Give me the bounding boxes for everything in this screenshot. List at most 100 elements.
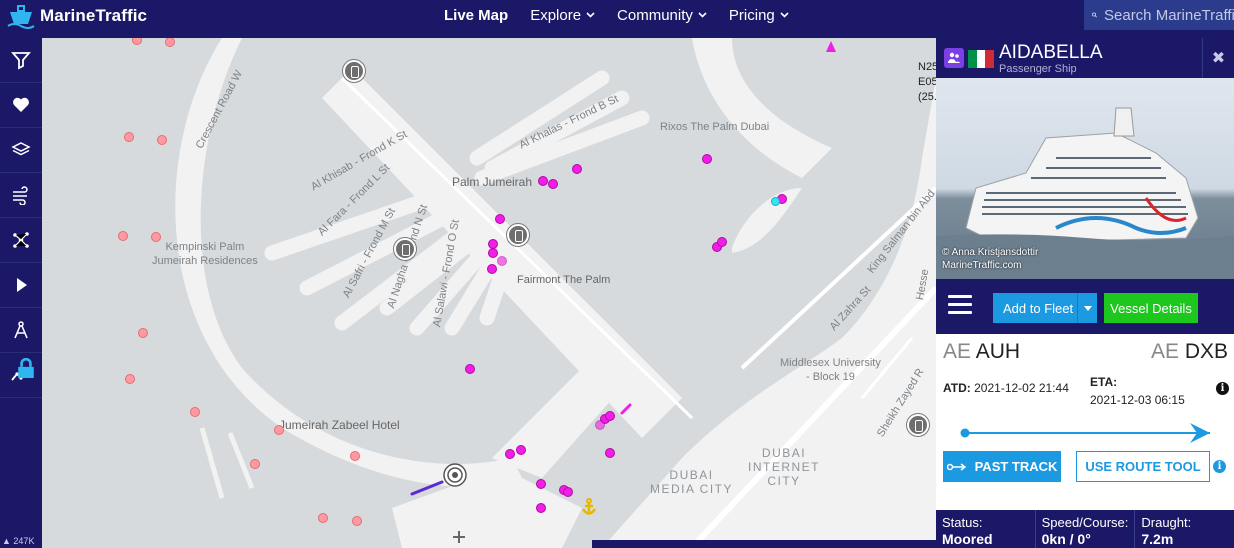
place-label: Fairmont The Palm: [517, 274, 611, 286]
building-poi-icon[interactable]: [507, 224, 529, 246]
vessel-marker[interactable]: [151, 232, 161, 242]
vessel-marker[interactable]: [497, 256, 507, 266]
measure-distance-button[interactable]: [0, 308, 42, 353]
building-poi-icon[interactable]: [394, 238, 416, 260]
vessel-details-button[interactable]: Vessel Details: [1104, 293, 1198, 323]
coordinates-readout: N25 E05 (25.: [918, 60, 936, 105]
ship-logo-icon: [7, 5, 35, 29]
destination-port[interactable]: AE DXB: [1151, 340, 1228, 364]
nav-community-label: Community: [617, 6, 693, 24]
search-input[interactable]: [1104, 6, 1234, 24]
departure-port[interactable]: AE AUH: [943, 340, 1020, 364]
anchor-icon[interactable]: [580, 498, 598, 516]
lighthouse-icon[interactable]: [442, 462, 468, 488]
place-label: Jumeirah Zabeel Hotel: [279, 418, 400, 432]
vessel-marker[interactable]: [138, 328, 148, 338]
vessel-marker[interactable]: [352, 516, 362, 526]
vessel-marker[interactable]: [605, 448, 615, 458]
vessel-marker[interactable]: [118, 231, 128, 241]
vessel-marker[interactable]: [125, 374, 135, 384]
nav-community[interactable]: Community: [617, 7, 707, 24]
main-nav: Live Map Explore Community Pricing: [444, 0, 789, 30]
analytics-button[interactable]: [0, 353, 42, 398]
close-icon: ✖: [1211, 50, 1226, 67]
place-label: Rixos The Palm Dubai: [660, 121, 770, 133]
atd-label: ATD:: [943, 381, 971, 395]
vessel-info-panel: AIDABELLA Passenger Ship ✖ © Anna Kristj…: [936, 38, 1234, 548]
vessel-marker[interactable]: [250, 459, 260, 469]
building-poi-icon[interactable]: [907, 414, 929, 436]
district-label: DUBAI INTERNET CITY: [748, 446, 820, 488]
menu-icon[interactable]: [948, 295, 972, 315]
place-label: Kempinski Palm Jumeirah Residences: [152, 241, 258, 267]
vessel-type: Passenger Ship: [999, 63, 1077, 75]
nav-explore-label: Explore: [530, 6, 582, 24]
vessel-marker[interactable]: [702, 154, 712, 164]
layers-button[interactable]: [0, 128, 42, 173]
chevron-down-icon: [698, 12, 707, 18]
live-map[interactable]: Crescent Road W Al Khalas - Frond B St A…: [42, 38, 936, 548]
add-to-fleet-button[interactable]: Add to Fleet: [993, 293, 1097, 323]
vessel-marker[interactable]: [495, 214, 505, 224]
coordinate-longitude: E05: [918, 76, 936, 88]
logo[interactable]: MarineTraffic: [6, 2, 147, 30]
track-buttons-row: PAST TRACK USE ROUTE TOOL i: [936, 448, 1234, 488]
vessel-marker[interactable]: [536, 479, 546, 489]
vessel-marker[interactable]: [717, 237, 727, 247]
density-maps-button[interactable]: [0, 218, 42, 263]
vessel-marker[interactable]: [124, 132, 134, 142]
building-poi-icon[interactable]: [343, 60, 365, 82]
vessel-marker[interactable]: [465, 364, 475, 374]
filter-icon: [11, 52, 31, 70]
vessel-marker[interactable]: [488, 248, 498, 258]
vessel-marker[interactable]: [190, 407, 200, 417]
eta-value: 2021-12-03 06:15: [1090, 393, 1185, 407]
departure-country-code: AE: [943, 340, 972, 363]
network-icon: [13, 232, 29, 248]
vessel-marker[interactable]: [536, 503, 546, 513]
vessel-marker[interactable]: [771, 197, 780, 206]
coordinate-latitude: N25: [918, 61, 936, 73]
vessel-marker[interactable]: [274, 425, 284, 435]
vessel-marker[interactable]: [548, 179, 558, 189]
vessel-marker[interactable]: [487, 264, 497, 274]
filter-button[interactable]: [0, 38, 42, 83]
vessel-marker[interactable]: [572, 164, 582, 174]
use-route-tool-button[interactable]: USE ROUTE TOOL: [1076, 451, 1210, 482]
playback-button[interactable]: [0, 263, 42, 308]
search-icon[interactable]: [1092, 7, 1097, 23]
speed-course-stat: Speed/Course: 0kn / 0°: [1036, 510, 1136, 548]
vessel-marker[interactable]: [538, 176, 548, 186]
nav-pricing[interactable]: Pricing: [729, 7, 789, 24]
vessel-name[interactable]: AIDABELLA: [999, 42, 1103, 64]
vessel-arrow-icon[interactable]: [824, 40, 838, 54]
voyage-route-section: AE AUH AE DXB ATD: 2021-12-02 21:44 ETA:…: [936, 334, 1234, 448]
vessel-marker[interactable]: [157, 135, 167, 145]
voyage-progress-bar: [960, 423, 1210, 443]
vessel-marker[interactable]: [605, 411, 615, 421]
vessel-marker[interactable]: [350, 451, 360, 461]
stat-value: 7.2m: [1141, 531, 1174, 547]
add-to-fleet-label: Add to Fleet: [1003, 300, 1074, 316]
place-label: Middlesex University - Block 19: [780, 357, 881, 383]
info-icon[interactable]: i: [1216, 382, 1229, 395]
vessel-marker[interactable]: [595, 420, 605, 430]
vessel-marker[interactable]: [563, 487, 573, 497]
status-stat: Status: Moored: [936, 510, 1036, 548]
weather-button[interactable]: [0, 173, 42, 218]
info-icon[interactable]: i: [1213, 460, 1226, 473]
vessel-marker[interactable]: [318, 513, 328, 523]
estimated-arrival: ETA: 2021-12-03 06:15: [1090, 373, 1185, 409]
dropdown-caret-icon[interactable]: [1077, 293, 1097, 323]
nav-explore[interactable]: Explore: [530, 7, 595, 24]
vessel-marker[interactable]: [516, 445, 526, 455]
vessel-marker[interactable]: [505, 449, 515, 459]
my-fleets-button[interactable]: [0, 83, 42, 128]
vessel-photo[interactable]: © Anna Kristjansdottir MarineTraffic.com: [936, 78, 1234, 279]
coordinate-decimal: (25.: [918, 91, 936, 103]
close-panel-button[interactable]: ✖: [1202, 38, 1234, 78]
nav-live-map[interactable]: Live Map: [444, 7, 508, 24]
past-track-label: PAST TRACK: [974, 459, 1058, 474]
chevron-down-icon: [780, 12, 789, 18]
past-track-button[interactable]: PAST TRACK: [943, 451, 1061, 482]
